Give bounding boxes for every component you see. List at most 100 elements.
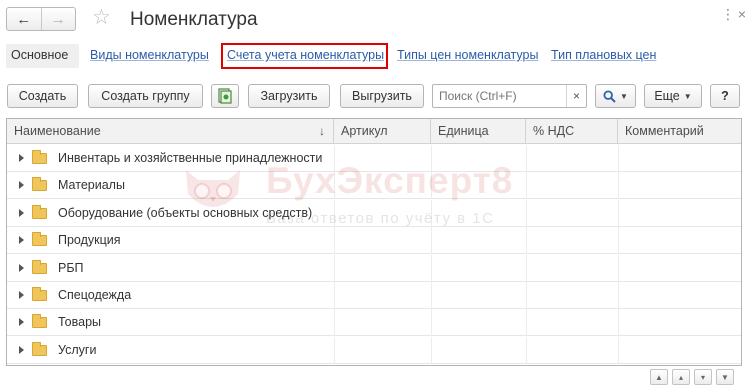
chevron-down-icon: ▼ — [620, 91, 628, 101]
forward-button[interactable]: → — [42, 8, 76, 30]
column-separator — [526, 309, 527, 337]
folder-icon — [32, 177, 47, 192]
column-separator — [618, 336, 619, 364]
tab-main[interactable]: Основное — [6, 44, 79, 68]
page-title: Номенклатура — [130, 9, 258, 30]
column-separator — [334, 199, 335, 227]
row-label: Спецодежда — [58, 288, 132, 302]
tab-item-accounts[interactable]: Счета учета номенклатуры — [221, 43, 388, 69]
tab-price-types[interactable]: Типы цен номенклатуры — [397, 44, 538, 68]
column-separator — [526, 254, 527, 282]
sort-arrow-icon: ↓ — [319, 124, 325, 138]
copy-icon — [218, 88, 232, 104]
last-page-icon: ▼ — [721, 372, 729, 382]
column-separator — [526, 199, 527, 227]
expand-arrow-icon[interactable] — [19, 236, 24, 245]
row-label: Оборудование (объекты основных средств) — [58, 205, 313, 220]
arrow-right-icon: → — [50, 10, 66, 28]
table-row[interactable]: Оборудование (объекты основных средств) — [7, 199, 741, 227]
table-row[interactable]: РБП — [7, 254, 741, 282]
scroll-up-button[interactable]: ▴ — [672, 369, 690, 385]
column-header-vat[interactable]: % НДС — [526, 119, 618, 143]
expand-arrow-icon[interactable] — [19, 181, 24, 190]
column-separator — [618, 309, 619, 337]
back-button[interactable]: ← — [7, 8, 42, 30]
column-separator — [431, 227, 432, 255]
tab-planned-price-type[interactable]: Тип плановых цен — [551, 44, 656, 68]
row-label: РБП — [58, 260, 84, 275]
column-separator — [618, 199, 619, 227]
scroll-last-button[interactable]: ▼ — [716, 369, 734, 385]
table-row[interactable]: Продукция — [7, 227, 741, 255]
folder-icon — [32, 232, 47, 247]
column-separator — [618, 145, 619, 172]
column-separator — [334, 172, 335, 200]
column-separator — [334, 227, 335, 255]
command-bar: Создать Создать группу Загрузить Выгрузи… — [0, 84, 750, 110]
column-separator — [334, 254, 335, 282]
table-row[interactable]: Материалы — [7, 172, 741, 200]
column-separator — [334, 336, 335, 364]
column-separator — [526, 145, 527, 172]
more-button-label: Еще — [654, 89, 680, 103]
search-input[interactable] — [433, 85, 565, 107]
history-nav: ← → — [6, 7, 76, 31]
expand-arrow-icon[interactable] — [19, 291, 24, 299]
help-button[interactable]: ? — [710, 84, 740, 108]
scroll-first-button[interactable]: ▲ — [650, 369, 668, 385]
first-page-icon: ▲ — [655, 372, 663, 382]
tab-item-types[interactable]: Виды номенклатуры — [90, 44, 209, 68]
column-separator — [618, 227, 619, 255]
folder-icon — [32, 204, 47, 219]
column-separator — [431, 336, 432, 364]
column-header-unit[interactable]: Единица — [431, 119, 526, 143]
column-header-article[interactable]: Артикул — [334, 119, 431, 143]
row-label: Продукция — [58, 233, 121, 248]
expand-arrow-icon[interactable] — [19, 154, 24, 162]
table-row[interactable]: Инвентарь и хозяйственные принадлежности — [7, 145, 741, 172]
row-label: Услуги — [58, 342, 97, 357]
more-icon[interactable]: ⋮ — [721, 6, 735, 23]
folder-icon — [32, 341, 47, 356]
folder-icon — [32, 314, 47, 329]
column-separator — [431, 172, 432, 200]
arrow-left-icon: ← — [16, 10, 32, 28]
close-icon[interactable]: × — [738, 6, 746, 22]
expand-arrow-icon[interactable] — [19, 318, 24, 327]
column-separator — [334, 145, 335, 172]
folder-icon — [32, 287, 47, 301]
column-header-comment[interactable]: Комментарий — [618, 119, 741, 143]
create-button[interactable]: Создать — [7, 84, 78, 108]
folder-icon — [32, 259, 47, 274]
table-row[interactable]: Услуги — [7, 336, 741, 364]
expand-arrow-icon[interactable] — [19, 263, 24, 272]
column-separator — [618, 282, 619, 309]
column-separator — [334, 282, 335, 309]
page-up-icon: ▴ — [678, 372, 683, 382]
clear-search-button[interactable]: × — [566, 85, 586, 107]
table-row[interactable]: Товары — [7, 309, 741, 337]
scroll-down-button[interactable]: ▾ — [694, 369, 712, 385]
column-header-name[interactable]: Наименование ↓ — [7, 119, 334, 143]
search-icon — [603, 89, 616, 103]
table-row[interactable]: Спецодежда — [7, 282, 741, 309]
search-field[interactable]: × — [432, 84, 587, 108]
window-header: ← → ☆ Номенклатура ⋮ × — [0, 0, 750, 40]
column-separator — [526, 227, 527, 255]
column-separator — [526, 336, 527, 364]
star-icon[interactable]: ☆ — [92, 6, 111, 30]
unload-button[interactable]: Выгрузить — [340, 84, 424, 108]
copy-button[interactable] — [211, 84, 239, 108]
table-header: Наименование ↓ Артикул Единица % НДС Ком… — [7, 119, 741, 144]
column-separator — [334, 309, 335, 337]
more-button[interactable]: Еще ▼ — [644, 84, 702, 108]
column-separator — [618, 254, 619, 282]
nomenclature-table: Наименование ↓ Артикул Единица % НДС Ком… — [6, 118, 742, 366]
column-separator — [431, 145, 432, 172]
row-label: Инвентарь и хозяйственные принадлежности — [58, 151, 323, 165]
expand-arrow-icon[interactable] — [19, 345, 24, 354]
search-button[interactable]: ▼ — [595, 84, 636, 108]
expand-arrow-icon[interactable] — [19, 208, 24, 217]
create-group-button[interactable]: Создать группу — [88, 84, 203, 108]
load-button[interactable]: Загрузить — [248, 84, 330, 108]
